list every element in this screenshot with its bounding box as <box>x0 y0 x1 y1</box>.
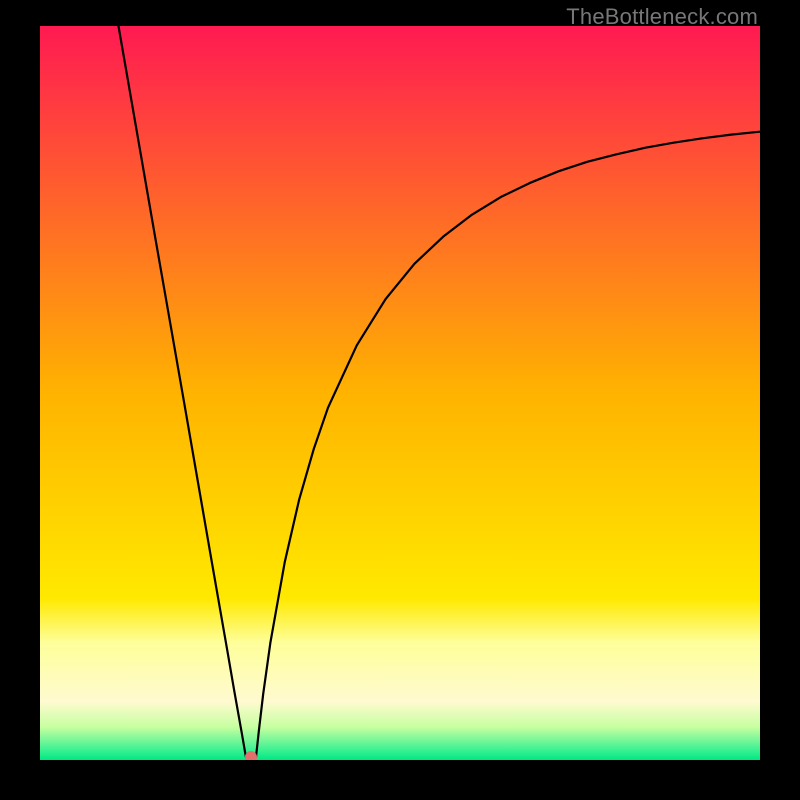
chart-svg <box>40 26 760 760</box>
chart-frame: TheBottleneck.com <box>0 0 800 800</box>
plot-area <box>40 26 760 760</box>
gradient-background <box>40 26 760 760</box>
watermark-text: TheBottleneck.com <box>566 4 758 30</box>
